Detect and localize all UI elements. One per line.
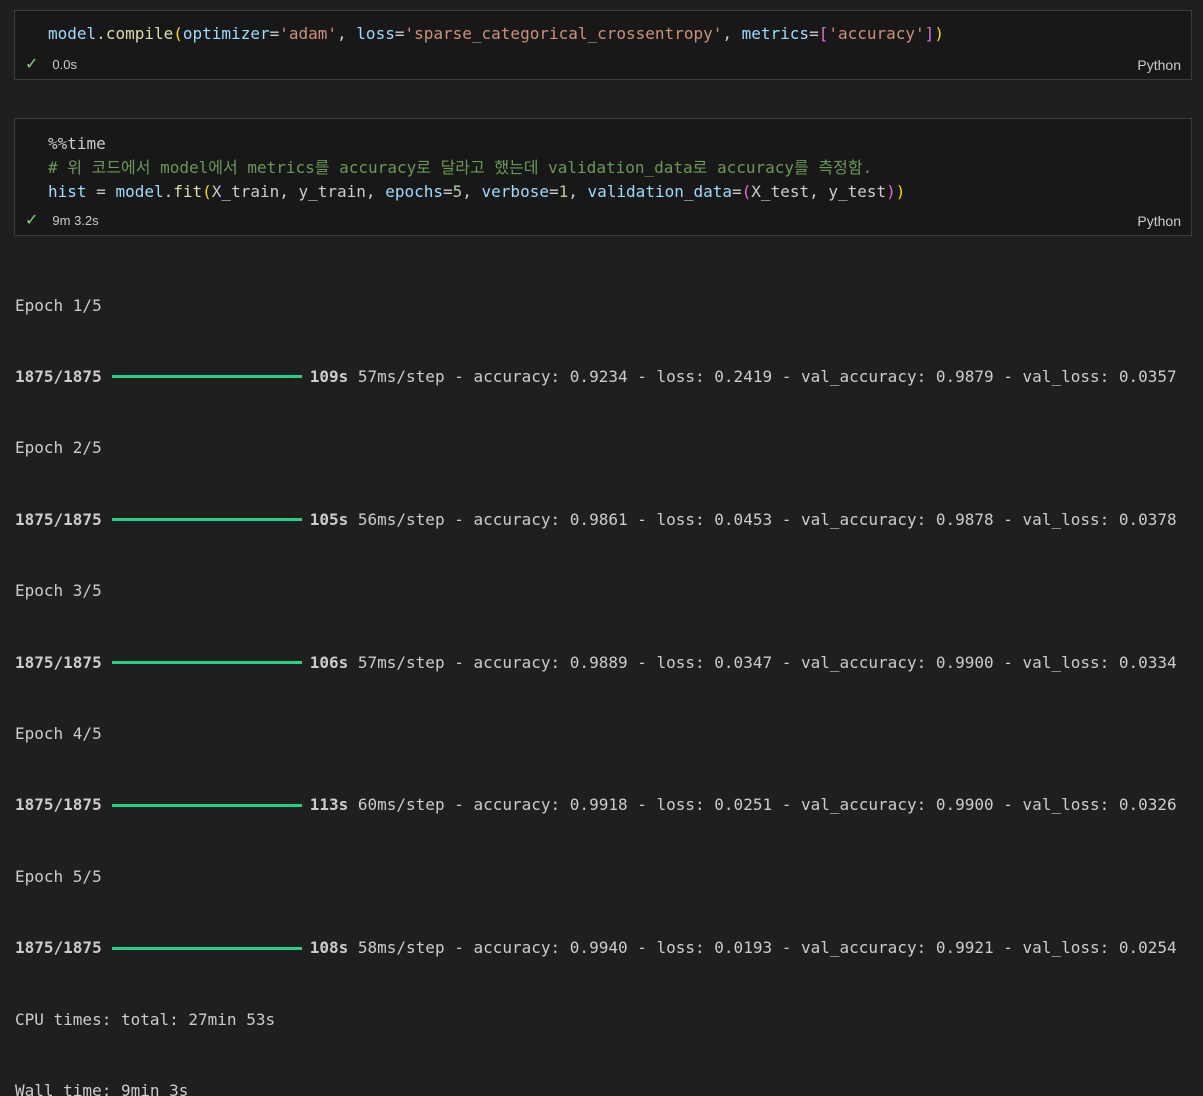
code-token: ) [886, 182, 896, 201]
step-count: 1875/1875 [15, 366, 102, 386]
epoch-label: Epoch 5/5 [15, 866, 102, 886]
progress-line: 1875/1875 105s 56ms/step - accuracy: 0.98… [15, 508, 1177, 532]
code-token: = [548, 182, 559, 201]
epoch-metrics: 58ms/step - accuracy: 0.9940 - loss: 0.0… [357, 938, 1177, 958]
code-token: ( [173, 24, 183, 43]
wall-time: Wall time: 9min 3s [15, 1080, 189, 1096]
magic-command: %%time [48, 134, 106, 153]
code-token: 'adam' [279, 24, 338, 43]
execution-time: 9m 3.2s [52, 212, 99, 228]
code-token: ] [924, 24, 935, 43]
code-token: 'sparse_categorical_crossentropy' [404, 24, 723, 43]
code-token: fit [173, 182, 203, 201]
cell-status: ✓ 0.0s [25, 55, 77, 73]
code-token: loss [356, 24, 395, 43]
epoch-seconds: 113s [309, 795, 349, 815]
code-token: optimizer [182, 24, 270, 43]
code-token: epochs [385, 182, 443, 201]
epoch-label: Epoch 1/5 [15, 295, 102, 315]
progress-line: 1875/1875 106s 57ms/step - accuracy: 0.98… [15, 651, 1177, 675]
code-token: . [163, 182, 174, 201]
code-editor[interactable]: model.compile(optimizer='adam', loss='sp… [48, 22, 944, 46]
code-token: ( [741, 182, 752, 201]
code-token: hist [48, 182, 87, 201]
check-icon: ✓ [25, 56, 39, 73]
epoch-seconds: 108s [309, 938, 349, 958]
epoch-seconds: 105s [309, 509, 349, 529]
code-token: compile [105, 24, 174, 43]
cell-output: Epoch 1/5 1875/1875 109s 57ms/step - accu… [15, 246, 1177, 1096]
code-token: , [337, 24, 357, 43]
code-token: metrics [741, 24, 810, 43]
code-comment: # 위 코드에서 model에서 metrics를 accuracy로 달라고 … [48, 158, 873, 177]
code-token: = [86, 182, 116, 201]
progress-bar [111, 375, 302, 379]
code-editor[interactable]: %%time # 위 코드에서 model에서 metrics를 accuracy… [48, 132, 905, 204]
progress-line: 1875/1875 108s 58ms/step - accuracy: 0.99… [15, 936, 1177, 960]
code-cell-fit[interactable]: %%time # 위 코드에서 model에서 metrics를 accuracy… [14, 118, 1192, 236]
code-token: = [442, 182, 453, 201]
execution-time: 0.0s [52, 56, 77, 72]
step-count: 1875/1875 [15, 795, 102, 815]
code-token: = [269, 24, 280, 43]
progress-bar [111, 518, 302, 522]
code-token: X_train, y_train, [211, 182, 386, 201]
progress-line: 1875/1875 113s 60ms/step - accuracy: 0.99… [15, 793, 1177, 817]
check-icon: ✓ [25, 212, 39, 229]
epoch-metrics: 57ms/step - accuracy: 0.9889 - loss: 0.0… [357, 652, 1177, 672]
code-token: model [115, 182, 164, 201]
code-line: %%time [48, 132, 905, 156]
cell-status: ✓ 9m 3.2s [25, 211, 99, 229]
progress-bar [111, 946, 302, 950]
cpu-times: CPU times: total: 27min 53s [15, 1009, 276, 1029]
epoch-metrics: 56ms/step - accuracy: 0.9861 - loss: 0.0… [357, 509, 1177, 529]
code-token: = [809, 24, 819, 43]
progress-line: 1875/1875 109s 57ms/step - accuracy: 0.92… [15, 365, 1177, 389]
epoch-metrics: 57ms/step - accuracy: 0.9234 - loss: 0.2… [357, 366, 1177, 386]
progress-bar [111, 803, 302, 807]
step-count: 1875/1875 [15, 652, 102, 672]
code-token: 5 [452, 182, 463, 201]
language-selector[interactable]: Python [1137, 57, 1181, 73]
step-count: 1875/1875 [15, 938, 102, 958]
language-selector[interactable]: Python [1137, 213, 1181, 229]
step-count: 1875/1875 [15, 509, 102, 529]
epoch-label: Epoch 4/5 [15, 723, 102, 743]
code-token: ) [934, 24, 944, 43]
code-token: , [462, 182, 482, 201]
code-cell-compile[interactable]: model.compile(optimizer='adam', loss='sp… [14, 10, 1192, 80]
code-token: 'accuracy' [828, 24, 925, 43]
code-token: 1 [558, 182, 569, 201]
progress-bar [111, 660, 302, 664]
code-token: model [48, 24, 97, 43]
epoch-label: Epoch 3/5 [15, 581, 102, 601]
code-token: = [732, 182, 742, 201]
epoch-metrics: 60ms/step - accuracy: 0.9918 - loss: 0.0… [357, 795, 1177, 815]
code-token: . [96, 24, 106, 43]
epoch-seconds: 109s [309, 366, 349, 386]
code-token: , [722, 24, 742, 43]
code-token: [ [818, 24, 829, 43]
code-line: # 위 코드에서 model에서 metrics를 accuracy로 달라고 … [48, 156, 905, 180]
code-token: , [568, 182, 588, 201]
code-token: verbose [481, 182, 549, 201]
code-token: ) [895, 182, 906, 201]
epoch-seconds: 106s [309, 652, 349, 672]
code-token: validation_data [587, 182, 733, 201]
code-line: hist = model.fit(X_train, y_train, epoch… [48, 180, 905, 204]
code-token: ( [202, 182, 212, 201]
epoch-label: Epoch 2/5 [15, 438, 102, 458]
code-token: X_test, y_test [751, 182, 887, 201]
